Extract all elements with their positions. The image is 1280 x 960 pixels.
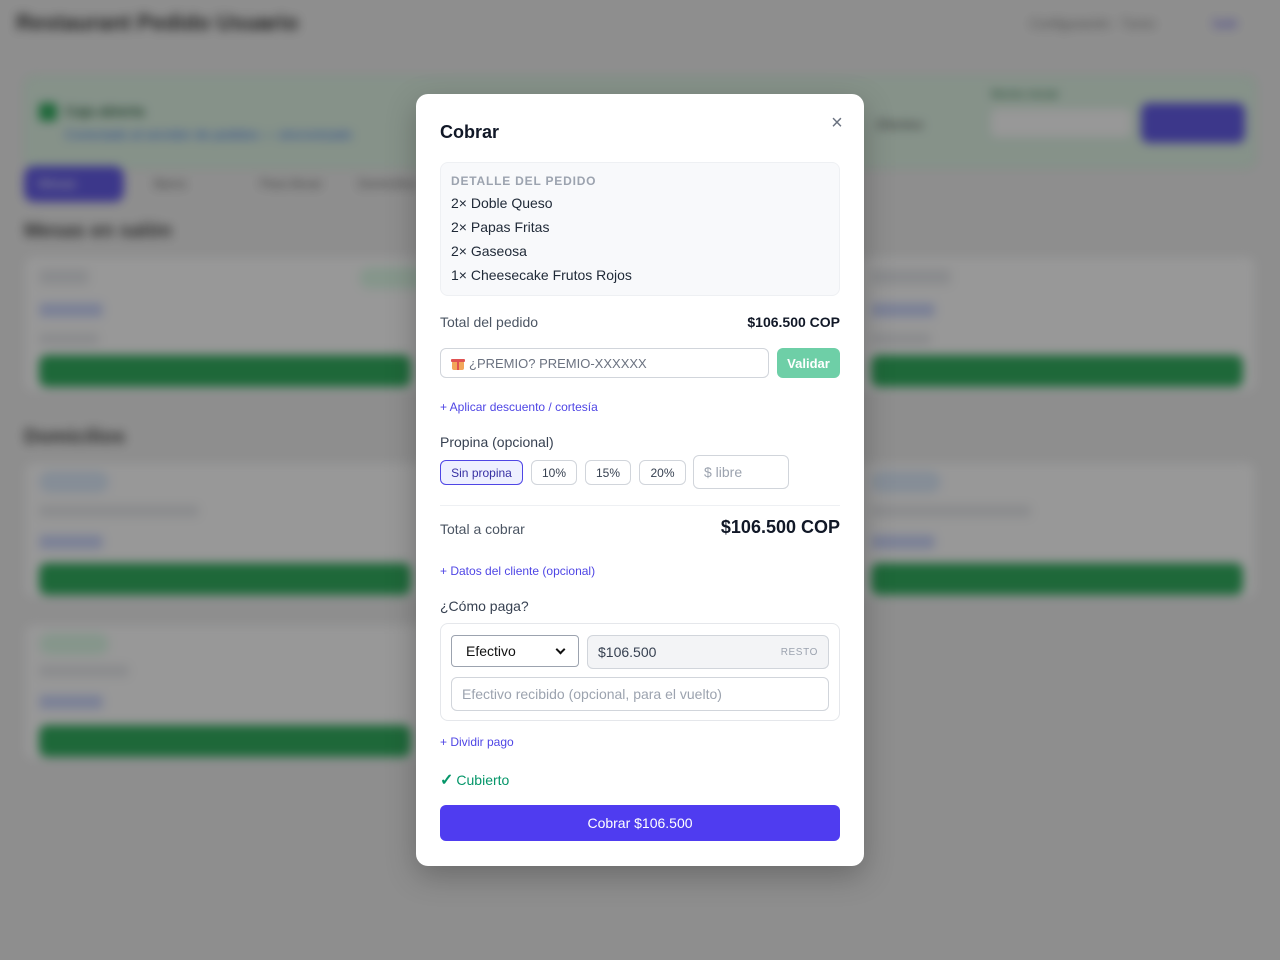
tip-10-button[interactable]: 10% — [531, 460, 577, 485]
tip-15-button[interactable]: 15% — [585, 460, 631, 485]
cash-received-input[interactable]: Efectivo recibido (opcional, para el vue… — [451, 677, 829, 711]
payment-box: Efectivo $106.500 RESTO Efectivo recibid… — [440, 623, 840, 721]
payment-method-label: ¿Cómo paga? — [440, 598, 529, 614]
payment-method-value: Efectivo — [466, 643, 516, 659]
checkout-modal: Cobrar × DETALLE DEL PEDIDO 2× Doble Que… — [416, 94, 864, 866]
apply-discount-link[interactable]: + Aplicar descuento / cortesía — [440, 400, 598, 414]
order-item: 2× Gaseosa — [451, 243, 527, 259]
charge-button[interactable]: Cobrar $106.500 — [440, 805, 840, 841]
check-icon: ✓ — [440, 772, 454, 789]
covered-label: Cubierto — [456, 772, 510, 788]
order-total-row: Total del pedido $106.500 COP — [440, 314, 840, 334]
grand-total-label: Total a cobrar — [440, 521, 525, 537]
order-item: 2× Doble Queso — [451, 195, 553, 211]
order-item: 2× Papas Fritas — [451, 219, 550, 235]
covered-status: ✓ Cubierto — [440, 770, 509, 790]
split-payment-link[interactable]: + Dividir pago — [440, 735, 514, 749]
promo-code-placeholder: ¿PREMIO? PREMIO-XXXXXX — [469, 355, 647, 371]
payment-method-select[interactable]: Efectivo — [451, 635, 579, 667]
tip-none-button[interactable]: Sin propina — [440, 460, 523, 485]
tip-label: Propina (opcional) — [440, 434, 554, 450]
payment-amount-value: $106.500 — [598, 644, 657, 660]
payment-amount-input[interactable]: $106.500 RESTO — [587, 635, 829, 669]
grand-total-value: $106.500 COP — [720, 517, 840, 537]
order-detail-heading: DETALLE DEL PEDIDO — [451, 174, 597, 188]
order-total-value: $106.500 COP — [747, 314, 840, 330]
client-data-link[interactable]: + Datos del cliente (opcional) — [440, 564, 595, 578]
gift-icon — [451, 356, 465, 370]
tip-20-button[interactable]: 20% — [639, 460, 686, 485]
order-detail-box: DETALLE DEL PEDIDO 2× Doble Queso 2× Pap… — [440, 162, 840, 296]
close-icon[interactable]: × — [826, 112, 848, 134]
divider — [440, 505, 840, 506]
promo-code-input[interactable]: ¿PREMIO? PREMIO-XXXXXX — [440, 348, 769, 378]
tip-free-input[interactable]: $ libre — [693, 455, 789, 489]
remaining-badge: RESTO — [780, 646, 818, 658]
validate-button[interactable]: Validar — [777, 348, 840, 378]
chevron-down-icon — [555, 644, 566, 654]
order-total-label: Total del pedido — [440, 314, 539, 330]
order-item: 1× Cheesecake Frutos Rojos — [451, 267, 632, 283]
modal-title: Cobrar — [440, 122, 500, 142]
grand-total-row: Total a cobrar $106.500 COP — [440, 517, 840, 541]
